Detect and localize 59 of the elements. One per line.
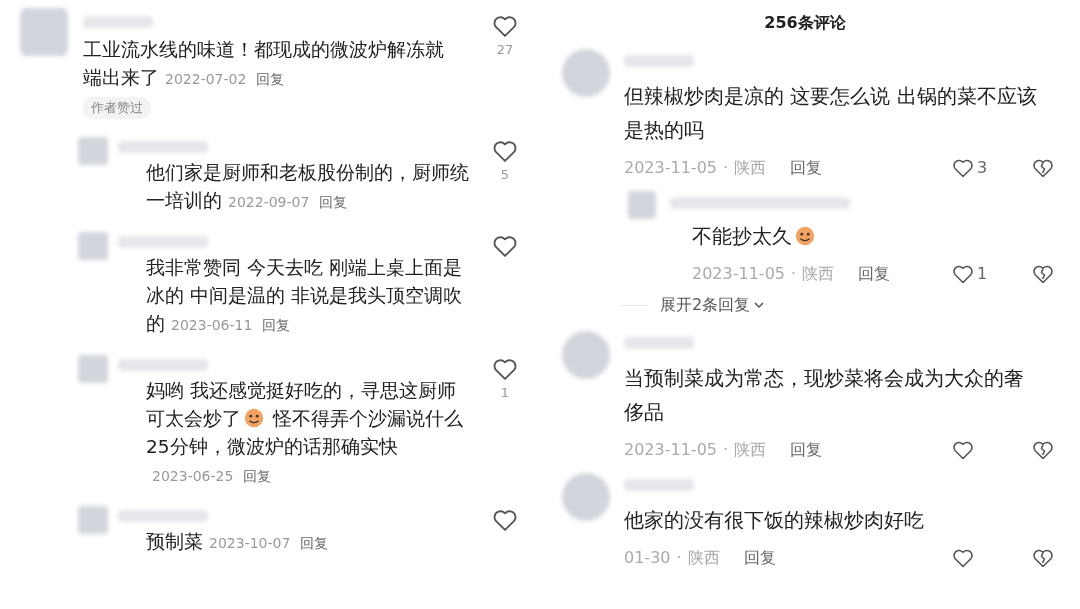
comment-location: 陕西	[734, 439, 767, 461]
avatar-placeholder	[78, 354, 108, 383]
comment-text: 当预制菜成为常态，现炒菜将会成为大众的奢侈品	[624, 365, 1025, 426]
comment-date: 2023-11-05	[692, 263, 785, 285]
comment-text: 妈哟 我还感觉挺好吃的，寻思这厨师可太会炒了 怪不得弄个沙漏说什么25分钟，微波炉的话那确实快 2023-06-25 回复	[118, 376, 473, 490]
comment-date: 2023-10-07	[209, 534, 291, 551]
reply-link[interactable]: 回复	[262, 310, 291, 339]
expand-replies-link[interactable]: 展开2条回复	[660, 293, 766, 317]
avatar-placeholder	[562, 331, 610, 379]
separator-dot: ·	[723, 439, 729, 461]
like-count: 5	[500, 165, 510, 184]
reply-link[interactable]: 回复	[256, 65, 285, 93]
separator-dot: ·	[791, 263, 797, 285]
reply-link[interactable]: 回复	[790, 156, 823, 180]
separator-dot: ·	[723, 157, 729, 179]
comment-date: 2023-11-05	[624, 439, 717, 461]
comment-text: 不能抄太久	[670, 219, 1070, 253]
reply-link[interactable]: 回复	[319, 187, 348, 216]
comment-date: 01-30	[624, 547, 671, 569]
comments-title: 256条评论	[764, 12, 846, 34]
chevron-down-icon	[753, 299, 766, 311]
comment-location: 陕西	[802, 263, 835, 285]
reply-link[interactable]: 回复	[743, 546, 776, 570]
blurred-username	[624, 479, 694, 491]
comment-date: 2022-07-02	[165, 71, 247, 87]
blurred-username	[624, 337, 694, 349]
reply-link[interactable]: 回复	[858, 262, 891, 286]
emoji-icon	[243, 406, 265, 429]
avatar-placeholder	[562, 473, 610, 521]
blurred-username	[83, 16, 153, 28]
avatar-placeholder	[20, 8, 68, 56]
like-count: 27	[496, 41, 514, 59]
like-count: 3	[977, 157, 988, 179]
author-liked-badge: 作者赞过	[83, 97, 151, 119]
comment-text: 预制菜 2023-10-07 回复	[118, 527, 473, 557]
comment-text: 他们家是厨师和老板股份制的，厨师统一培训的 2022-09-07 回复	[118, 158, 473, 216]
comment-date: 2023-06-11	[171, 316, 253, 333]
reply-link[interactable]: 回复	[243, 461, 272, 490]
emoji-icon	[794, 225, 816, 247]
avatar-placeholder	[78, 231, 108, 260]
comment-location: 陕西	[687, 547, 720, 569]
comment-text: 我非常赞同 今天去吃 刚端上桌上面是冰的 中间是温的 非说是我头顶空调吹的 2023-06-11 回复	[118, 253, 473, 339]
separator-dot: ·	[676, 547, 682, 569]
avatar-placeholder	[628, 191, 656, 219]
reply-link[interactable]: 回复	[300, 528, 329, 557]
avatar-placeholder	[562, 49, 610, 97]
reply-link[interactable]: 回复	[790, 438, 823, 462]
comment-text: 工业流水线的味道！都现成的微波炉解冻就端出来了 2022-07-02 回复	[83, 36, 445, 93]
comment-text: 他家的没有很下饭的辣椒炒肉好吃	[624, 507, 925, 534]
comment-date: 2023-11-05	[624, 157, 717, 179]
blurred-username	[624, 55, 694, 67]
comment-date: 2022-09-07	[228, 193, 310, 210]
like-count: 1	[977, 263, 988, 285]
avatar-placeholder	[78, 505, 108, 534]
avatar-placeholder	[78, 136, 108, 165]
comment-date: 2023-06-25	[152, 467, 234, 484]
like-count: 1	[500, 383, 510, 402]
comment-location: 陕西	[734, 157, 767, 179]
comment-text: 但辣椒炒肉是凉的 这要怎么说 出锅的菜不应该是热的吗	[624, 83, 1038, 144]
